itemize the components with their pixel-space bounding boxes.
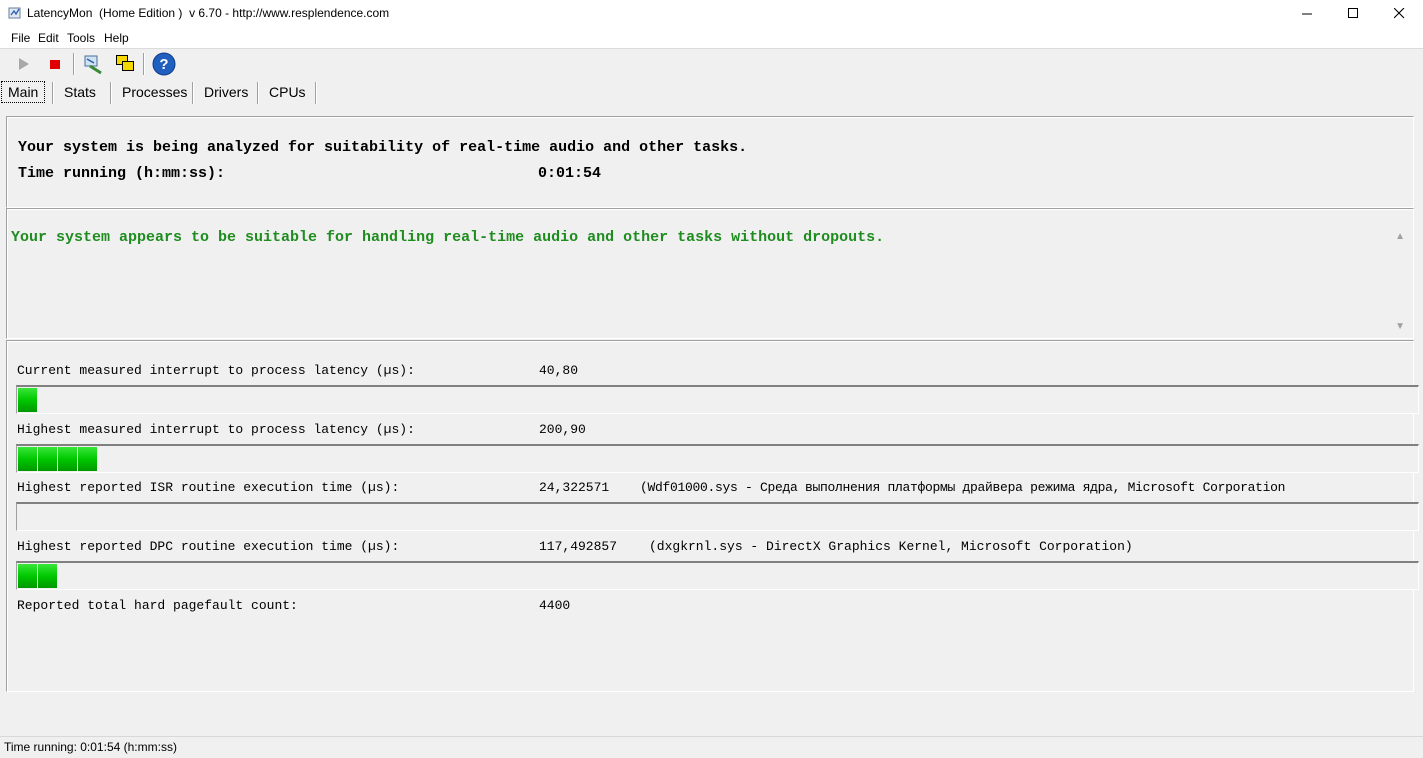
help-button[interactable]: ?	[152, 52, 176, 76]
close-button[interactable]	[1377, 0, 1423, 28]
tab-separator	[52, 82, 54, 104]
tab-drivers[interactable]: Drivers	[198, 82, 254, 102]
bar-segment	[78, 447, 97, 471]
tab-separator	[192, 82, 194, 104]
toolbar-separator	[143, 53, 145, 75]
toolbar: ?	[0, 49, 1423, 79]
start-button[interactable]	[12, 52, 36, 76]
highest-latency-bar	[16, 444, 1419, 473]
latencymon-app-icon	[8, 7, 21, 19]
verdict-text: Your system appears to be suitable for h…	[11, 229, 885, 246]
time-running-value: 0:01:54	[538, 165, 602, 182]
isr-driver-detail: (Wdf01000.sys - Среда выполнения платфор…	[640, 480, 1286, 495]
status-text: Time running: 0:01:54 (h:mm:ss)	[4, 740, 177, 754]
summary-panel: Your system is being analyzed for suitab…	[6, 116, 1414, 208]
dpc-time-label: Highest reported DPC routine execution t…	[17, 539, 400, 554]
toolbar-separator	[73, 53, 75, 75]
bar-segment	[58, 447, 77, 471]
dpc-driver-detail: (dxgkrnl.sys - DirectX Graphics Kernel, …	[649, 539, 1133, 554]
cleanup-button[interactable]	[81, 52, 105, 76]
bar-segment	[38, 564, 57, 588]
scroll-down-icon[interactable]: ▼	[1395, 321, 1405, 332]
tab-stats[interactable]: Stats	[58, 82, 102, 102]
current-latency-label: Current measured interrupt to process la…	[17, 363, 415, 378]
windows-icon	[116, 55, 134, 71]
play-icon	[19, 58, 29, 70]
bar-segment	[18, 564, 37, 588]
window-title: LatencyMon (Home Edition ) v 6.70 - http…	[27, 6, 390, 20]
menu-edit[interactable]: Edit	[38, 31, 59, 45]
dpc-time-bar	[16, 561, 1419, 590]
tab-separator	[257, 82, 259, 104]
maximize-icon	[1348, 8, 1358, 18]
menu-file[interactable]: File	[11, 31, 30, 45]
bar-segment	[18, 388, 37, 412]
current-latency-bar	[16, 385, 1419, 414]
menu-bar: File Edit Tools Help	[0, 28, 1423, 49]
highest-latency-label: Highest measured interrupt to process la…	[17, 422, 415, 437]
highest-latency-bar-fill	[18, 447, 98, 471]
minimize-icon	[1302, 13, 1312, 15]
scroll-up-icon[interactable]: ▲	[1395, 231, 1405, 242]
current-latency-value: 40,80	[539, 363, 579, 378]
tab-main[interactable]: Main	[1, 81, 46, 103]
dpc-time-bar-fill	[18, 564, 58, 588]
minimize-button[interactable]	[1285, 0, 1331, 28]
stop-icon	[50, 60, 60, 69]
tab-separator	[110, 82, 112, 104]
menu-tools[interactable]: Tools	[67, 31, 95, 45]
dpc-time-value: 117,492857	[539, 539, 618, 554]
svg-text:?: ?	[159, 56, 168, 73]
isr-time-bar	[16, 502, 1419, 531]
highest-latency-value: 200,90	[539, 422, 586, 437]
tab-separator	[315, 82, 317, 104]
metrics-panel: Current measured interrupt to process la…	[6, 340, 1419, 692]
maximize-button[interactable]	[1331, 0, 1377, 28]
tab-strip: Main Stats Processes Drivers CPUs	[0, 80, 1423, 104]
isr-time-value: 24,322571	[539, 480, 610, 495]
close-icon	[1394, 8, 1405, 19]
bar-segment	[18, 447, 37, 471]
tab-processes[interactable]: Processes	[116, 82, 193, 102]
time-running-label: Time running (h:mm:ss):	[18, 165, 226, 182]
windows-button[interactable]	[113, 52, 137, 76]
verdict-panel: Your system appears to be suitable for h…	[6, 208, 1414, 339]
menu-help[interactable]: Help	[104, 31, 129, 45]
tab-cpus[interactable]: CPUs	[263, 82, 312, 102]
title-bar: LatencyMon (Home Edition ) v 6.70 - http…	[0, 0, 1423, 28]
pagefault-value: 4400	[539, 598, 571, 613]
isr-time-label: Highest reported ISR routine execution t…	[17, 480, 400, 495]
stop-button[interactable]	[43, 52, 67, 76]
current-latency-bar-fill	[18, 388, 38, 412]
analysis-status-text: Your system is being analyzed for suitab…	[18, 139, 748, 156]
bar-segment	[38, 447, 57, 471]
status-bar: Time running: 0:01:54 (h:mm:ss)	[0, 736, 1423, 758]
help-icon: ?	[152, 52, 176, 76]
cleanup-icon	[84, 55, 102, 75]
pagefault-label: Reported total hard pagefault count:	[17, 598, 298, 613]
